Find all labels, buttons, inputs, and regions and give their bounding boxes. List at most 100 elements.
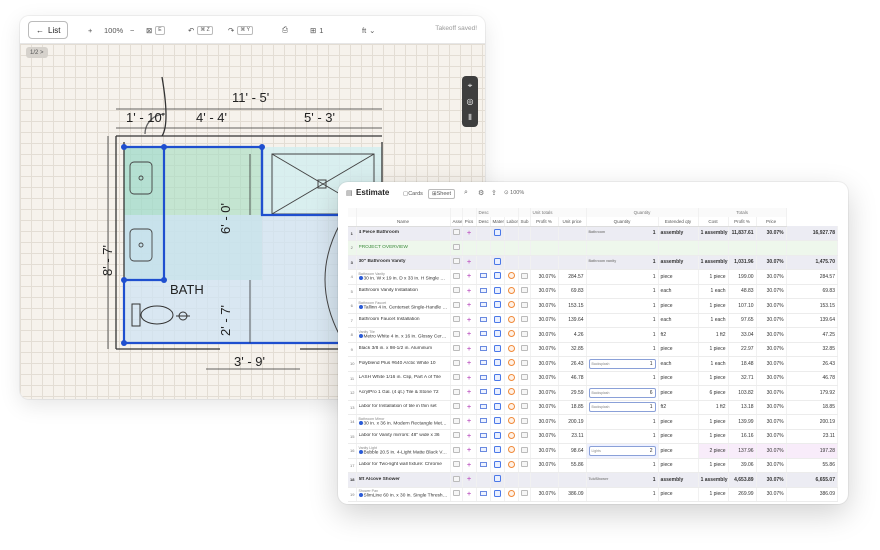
name-cell[interactable]: Polyblend Plus #640 Arctic White 10: [356, 356, 451, 372]
labor-cell[interactable]: [504, 226, 519, 241]
table-row[interactable]: 5 Bathroom Vanity Installation + 30.07% …: [348, 284, 839, 299]
quantity-cell[interactable]: 1: [586, 298, 659, 314]
unit-price-cell[interactable]: 55.86: [558, 458, 587, 473]
pics-cell[interactable]: +: [462, 458, 477, 473]
desc-cell[interactable]: [476, 487, 491, 502]
pics-cell[interactable]: +: [462, 385, 477, 401]
assembly-cell[interactable]: [450, 240, 463, 256]
col-desc[interactable]: Desc: [476, 217, 491, 227]
assembly-cell[interactable]: [450, 342, 463, 357]
unit-price-cell[interactable]: 386.09: [558, 487, 587, 502]
quantity-unit-cell[interactable]: piece: [658, 414, 699, 430]
desc-cell[interactable]: [476, 472, 491, 488]
assembly-cell[interactable]: [450, 429, 463, 444]
col-cost[interactable]: Cost: [698, 217, 729, 227]
material-cell[interactable]: [490, 371, 505, 386]
labor-cell[interactable]: [504, 458, 519, 473]
table-row[interactable]: 8 Vanity Tile Metro White 4 in. x 16 in. …: [348, 327, 839, 343]
unit-select[interactable]: ft ⌄: [362, 23, 375, 37]
quantity-cell[interactable]: 1: [586, 371, 659, 386]
pics-cell[interactable]: [462, 240, 477, 256]
sub-cell[interactable]: [518, 327, 531, 343]
quantity-unit-cell[interactable]: each: [658, 313, 699, 328]
unit-price-cell[interactable]: 26.43: [558, 356, 587, 372]
fit-button[interactable]: ⊠ E: [146, 23, 165, 37]
quantity-cell[interactable]: 1: [586, 327, 659, 343]
col-price[interactable]: Price: [756, 217, 787, 227]
name-cell[interactable]: Bathroom Mirror 30 in. x 36 in. Modern Re…: [356, 414, 451, 430]
material-cell[interactable]: [490, 443, 505, 459]
quantity-unit-cell[interactable]: piece: [658, 298, 699, 314]
bars-icon[interactable]: ⦀: [462, 110, 478, 125]
sub-cell[interactable]: [518, 255, 531, 270]
assembly-cell[interactable]: [450, 255, 463, 270]
sub-cell[interactable]: [518, 342, 531, 357]
quantity-unit-cell[interactable]: piece: [658, 429, 699, 444]
table-row[interactable]: 7 Bathroom Faucet Installation + 30.07% …: [348, 313, 839, 328]
tab-cards[interactable]: ▢ Cards: [400, 189, 426, 199]
name-cell[interactable]: 4 Piece Bathroom: [356, 226, 451, 241]
page-badge[interactable]: 1/2 >: [26, 47, 48, 58]
desc-cell[interactable]: [476, 443, 491, 459]
profit-cell[interactable]: [530, 226, 559, 241]
desc-cell[interactable]: [476, 385, 491, 401]
sub-cell[interactable]: [518, 298, 531, 314]
material-cell[interactable]: [490, 458, 505, 473]
table-row[interactable]: 10 Polyblend Plus #640 Arctic White 10 +…: [348, 356, 839, 372]
assembly-cell[interactable]: [450, 284, 463, 299]
quantity-unit-cell[interactable]: each: [658, 356, 699, 372]
unit-price-cell[interactable]: [558, 226, 587, 241]
labor-cell[interactable]: [504, 298, 519, 314]
pics-cell[interactable]: +: [462, 342, 477, 357]
pics-cell[interactable]: +: [462, 298, 477, 314]
unit-price-cell[interactable]: 98.64: [558, 443, 587, 459]
assembly-cell[interactable]: [450, 385, 463, 401]
assembly-cell[interactable]: [450, 313, 463, 328]
sub-cell[interactable]: [518, 429, 531, 444]
quantity-cell[interactable]: 1: [586, 342, 659, 357]
pics-cell[interactable]: +: [462, 226, 477, 241]
name-cell[interactable]: Bathroom Vanity Installation: [356, 284, 451, 299]
assembly-cell[interactable]: [450, 371, 463, 386]
tab-sheet[interactable]: ⊞ Sheet: [428, 189, 455, 199]
unit-price-cell[interactable]: 139.64: [558, 313, 587, 328]
material-cell[interactable]: [490, 269, 505, 285]
labor-cell[interactable]: [504, 400, 519, 415]
quantity-unit-cell[interactable]: piece: [658, 487, 699, 502]
profit-cell[interactable]: [530, 472, 559, 488]
assembly-cell[interactable]: [450, 487, 463, 502]
quantity-link-box[interactable]: Backsplash 1: [588, 402, 656, 413]
quantity-cell[interactable]: Backsplash 1: [586, 356, 659, 372]
quantity-unit-cell[interactable]: [658, 240, 699, 256]
unit-price-cell[interactable]: 200.19: [558, 414, 587, 430]
quantity-link-box[interactable]: Backsplash 6: [588, 387, 656, 398]
sub-cell[interactable]: [518, 356, 531, 372]
assembly-cell[interactable]: [450, 458, 463, 473]
unit-price-cell[interactable]: [558, 240, 587, 256]
profit-cell[interactable]: 30.07%: [530, 385, 559, 401]
unit-price-cell[interactable]: 153.15: [558, 298, 587, 314]
profit-cell[interactable]: [530, 240, 559, 256]
material-cell[interactable]: [490, 429, 505, 444]
pics-cell[interactable]: +: [462, 400, 477, 415]
desc-cell[interactable]: [476, 226, 491, 241]
pics-cell[interactable]: +: [462, 255, 477, 270]
quantity-cell[interactable]: Bathroom 1: [586, 226, 659, 241]
zoom-in-button[interactable]: +: [88, 23, 92, 37]
sub-cell[interactable]: [518, 400, 531, 415]
desc-cell[interactable]: [476, 298, 491, 314]
name-cell[interactable]: 30" Bathroom Vanity: [356, 255, 451, 270]
table-row[interactable]: 17 Labor for Two-light wall fixture: Chr…: [348, 458, 839, 473]
list-button[interactable]: ← List: [28, 21, 69, 39]
material-cell[interactable]: [490, 298, 505, 314]
redo-button[interactable]: ↷ ⌘ Y: [228, 23, 253, 37]
table-row[interactable]: 14 Bathroom Mirror 30 in. x 36 in. Modern…: [348, 414, 839, 430]
labor-cell[interactable]: [504, 472, 519, 488]
quantity-unit-cell[interactable]: piece: [658, 342, 699, 357]
quantity-unit-cell[interactable]: assembly: [658, 255, 699, 270]
pics-cell[interactable]: +: [462, 414, 477, 430]
table-row[interactable]: 15 Labor for Vanity mirrors: 48" wide x …: [348, 429, 839, 444]
profit-cell[interactable]: 30.07%: [530, 284, 559, 299]
desc-cell[interactable]: [476, 458, 491, 473]
quantity-unit-cell[interactable]: piece: [658, 458, 699, 473]
